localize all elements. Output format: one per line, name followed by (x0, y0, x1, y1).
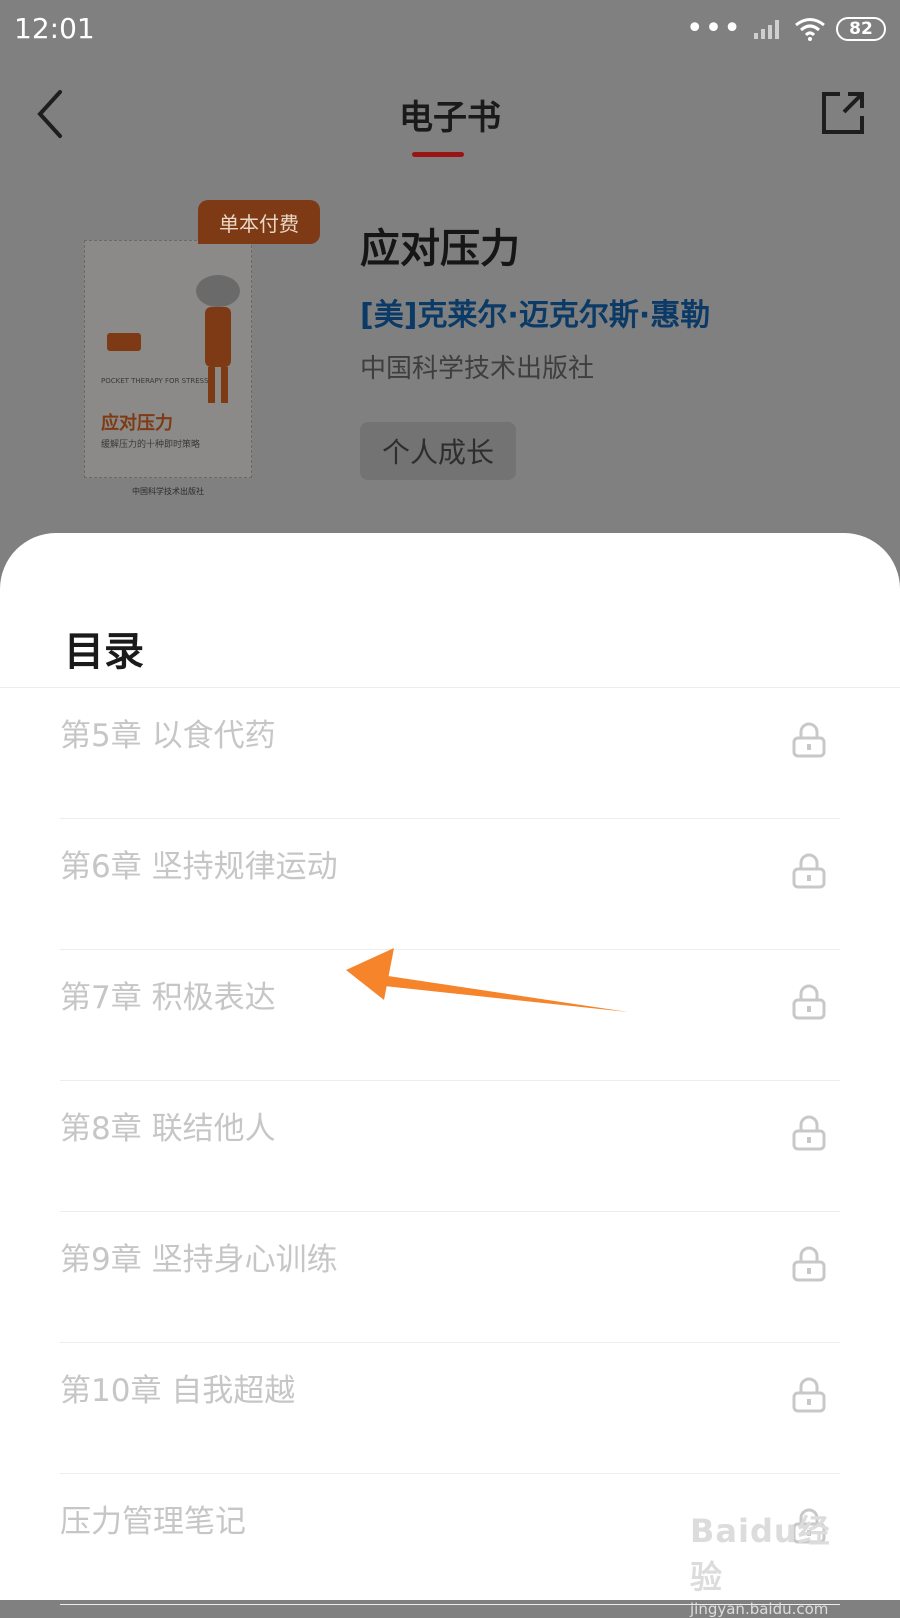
cover-illustration (196, 275, 240, 403)
toc-item[interactable]: 第10章 自我超越 (60, 1343, 840, 1474)
lock-icon (792, 1246, 826, 1282)
cover-subtitle: 缓解压力的十种即时策略 (101, 440, 201, 450)
toc-item-label: 第6章 坚持规律运动 (60, 849, 338, 885)
signal-icon (754, 20, 779, 39)
cover-title: 应对压力 (101, 413, 173, 434)
cover-badge (107, 333, 141, 351)
toc-item-label: 第10章 自我超越 (60, 1373, 296, 1409)
toc-item[interactable]: 第7章 积极表达 (60, 950, 840, 1081)
nav-bar: 电子书 (0, 70, 900, 170)
book-author-link[interactable]: [美]克莱尔·迈克尔斯·惠勒 (360, 290, 710, 334)
toc-item-label: 第8章 联结他人 (60, 1111, 276, 1147)
page-title: 电子书 (399, 98, 501, 138)
book-publisher: 中国科学技术出版社 (360, 354, 595, 384)
watermark: Baidu经验 jingyan.baidu.com (690, 1506, 860, 1618)
more-dots-icon: ••• (685, 11, 742, 46)
title-underline (412, 152, 464, 157)
lock-icon (792, 1377, 826, 1413)
toc-item-label: 第9章 坚持身心训练 (60, 1242, 338, 1278)
status-bar: 12:01 ••• 82 (0, 0, 900, 64)
toc-item-label: 第5章 以食代药 (60, 718, 276, 754)
toc-item-label: 第7章 积极表达 (60, 980, 276, 1016)
cover-publisher: 中国科学技术出版社 (132, 487, 204, 496)
toc-title: 目录 (64, 629, 144, 675)
toc-sheet: 目录 第5章 以食代药 第6章 坚持规律运动 第7章 积极表达 第8章 联结他人… (0, 533, 900, 1605)
category-tag[interactable]: 个人成长 (360, 422, 517, 480)
book-title: 应对压力 (360, 226, 520, 272)
watermark-main: Baidu经验 (690, 1512, 831, 1596)
paid-tag: 单本付费 (198, 200, 320, 244)
book-cover[interactable]: POCKET THERAPY FOR STRESS 应对压力 缓解压力的十种即时… (84, 240, 252, 478)
lock-icon (792, 853, 826, 889)
status-time: 12:01 (14, 12, 95, 45)
toc-item-label: 压力管理笔记 (60, 1504, 246, 1540)
wifi-icon (795, 18, 825, 41)
watermark-sub: jingyan.baidu.com (690, 1600, 829, 1618)
status-icons: ••• 82 (685, 11, 886, 46)
toc-item[interactable]: 第8章 联结他人 (60, 1081, 840, 1212)
toc-item[interactable]: 第6章 坚持规律运动 (60, 819, 840, 950)
lock-icon (792, 1115, 826, 1151)
share-button[interactable] (818, 88, 868, 138)
toc-list: 第5章 以食代药 第6章 坚持规律运动 第7章 积极表达 第8章 联结他人 第9… (60, 688, 840, 1605)
toc-item[interactable]: 第9章 坚持身心训练 (60, 1212, 840, 1343)
battery-icon: 82 (836, 17, 886, 41)
lock-icon (792, 984, 826, 1020)
toc-item[interactable]: 第5章 以食代药 (60, 688, 840, 819)
lock-icon (792, 722, 826, 758)
